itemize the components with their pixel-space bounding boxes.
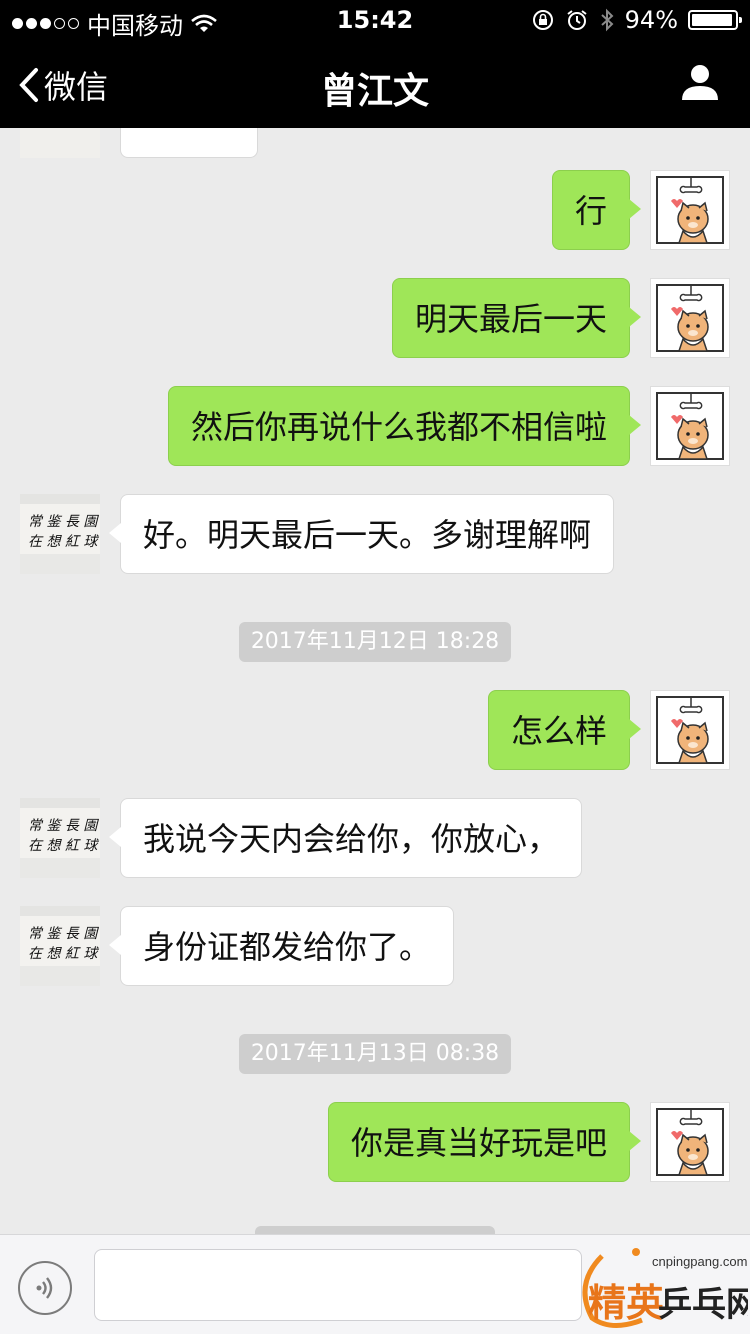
- status-bar: 中国移动 15:42 94%: [0, 0, 750, 40]
- time-divider-partial: [0, 1226, 750, 1234]
- contact-profile-icon[interactable]: [680, 62, 720, 102]
- voice-input-button[interactable]: [18, 1261, 72, 1315]
- chat-title: 曾江文: [320, 71, 429, 112]
- message-input[interactable]: [94, 1249, 582, 1321]
- voice-icon: [36, 1277, 53, 1299]
- rotation-lock-icon: [532, 10, 553, 30]
- my-avatar[interactable]: [650, 386, 730, 466]
- contact-message-bubble[interactable]: 我说今天内会给你，你放心，: [108, 798, 583, 878]
- timestamp-label: 2017年11月12日 18:28: [238, 622, 512, 662]
- my-avatar[interactable]: [650, 1102, 730, 1182]
- my-avatar[interactable]: [650, 170, 730, 250]
- my-avatar[interactable]: [650, 690, 730, 770]
- top-bar: 中国移动 15:42 94% 微信 曾江文: [0, 0, 750, 128]
- svg-text:精英: 精英: [588, 1281, 665, 1325]
- chat-scroll-area[interactable]: 行 明天最后一天 然后你再说什么我都不相信啦 好。明天最后一天。多谢理解啊 20…: [0, 128, 750, 1234]
- time-divider: 2017年11月12日 18:28: [0, 622, 750, 662]
- alarm-icon: [567, 10, 587, 30]
- contact-avatar[interactable]: [20, 798, 100, 878]
- time-divider: 2017年11月13日 08:38: [0, 1034, 750, 1074]
- my-message-bubble[interactable]: 然后你再说什么我都不相信啦: [167, 386, 642, 466]
- contact-message-bubble[interactable]: 身份证都发给你了。: [108, 906, 455, 986]
- battery-icon: [688, 10, 742, 30]
- my-message-bubble[interactable]: 明天最后一天: [391, 278, 642, 358]
- watermark-site-text: cnpingpang.com: [652, 1254, 747, 1269]
- contact-avatar[interactable]: [20, 128, 100, 158]
- my-message-bubble[interactable]: 行: [551, 170, 642, 250]
- my-avatar[interactable]: [650, 278, 730, 358]
- contact-message-bubble[interactable]: 好。明天最后一天。多谢理解啊: [108, 494, 615, 574]
- navigation-bar: 微信 曾江文: [0, 40, 750, 128]
- site-watermark-logo: cnpingpang.com 精英 乒乓网: [582, 1248, 748, 1328]
- svg-text:乒乓网: 乒乓网: [658, 1285, 748, 1325]
- my-message-bubble[interactable]: 你是真当好玩是吧: [327, 1102, 642, 1182]
- timestamp-label: 2017年11月13日 08:38: [238, 1034, 512, 1074]
- contact-avatar[interactable]: [20, 494, 100, 574]
- battery-percent: 94%: [624, 6, 678, 34]
- contact-avatar[interactable]: [20, 906, 100, 986]
- my-message-bubble[interactable]: 怎么样: [487, 690, 642, 770]
- bluetooth-icon: [600, 8, 614, 32]
- message-bubble-partial[interactable]: [120, 128, 258, 158]
